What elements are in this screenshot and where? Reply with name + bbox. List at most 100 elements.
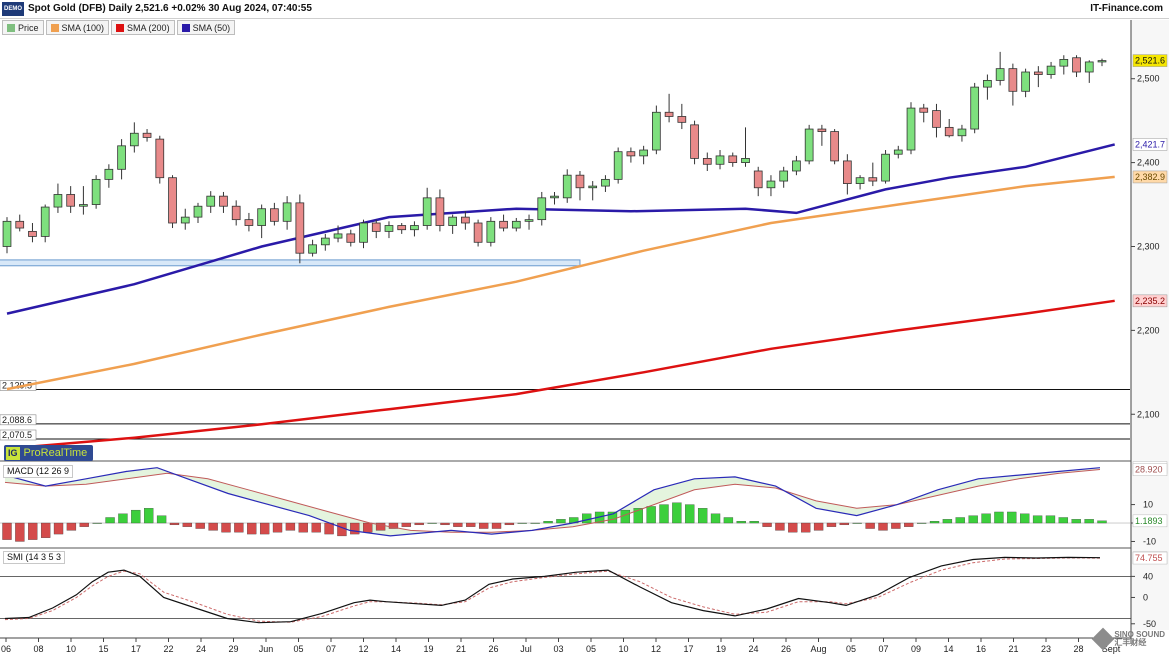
macd-histogram-bar — [646, 506, 656, 524]
candle-body — [486, 220, 496, 243]
date-tick-label: 21 — [1008, 644, 1018, 654]
macd-histogram-bar — [221, 522, 231, 533]
legend-item-sma200[interactable]: SMA (200) — [111, 20, 175, 35]
legend-label: SMA (100) — [61, 22, 105, 33]
macd-histogram-bar — [491, 522, 502, 529]
macd-histogram-bar — [195, 522, 205, 529]
date-tick-label: 22 — [163, 644, 173, 654]
candle-body — [1072, 57, 1081, 73]
candle-body — [346, 233, 356, 243]
macd-histogram-bar — [401, 522, 412, 527]
candle-body — [613, 151, 623, 180]
date-tick-label: 16 — [976, 644, 986, 654]
date-tick-label: 15 — [98, 644, 108, 654]
candle-body — [1021, 71, 1030, 92]
macd-histogram-bar — [994, 511, 1004, 524]
smi-tick-label: 0 — [1143, 592, 1148, 602]
candle-body — [868, 177, 878, 182]
macd-histogram-bar — [182, 522, 193, 527]
candle-body — [588, 185, 598, 189]
macd-histogram-bar — [955, 517, 965, 524]
date-tick-label: 24 — [196, 644, 206, 654]
macd-histogram-bar — [324, 522, 334, 535]
macd-histogram-bar — [736, 521, 746, 524]
price-tick-label: 2,500 — [1137, 74, 1160, 84]
candle-body — [448, 216, 457, 226]
smi-tick-label: -50 — [1143, 619, 1156, 629]
macd-histogram-bar — [981, 513, 991, 524]
candle-body — [435, 197, 445, 226]
candle-body — [524, 219, 534, 222]
chart-title: Spot Gold (DFB) Daily 2,521.6 +0.02% 30 … — [28, 3, 312, 14]
smi-panel-label[interactable]: SMI (14 3 5 3 — [3, 551, 66, 564]
date-tick-label: 14 — [391, 644, 401, 654]
macd-histogram-bar — [929, 521, 940, 524]
candle-body — [537, 197, 547, 221]
macd-histogram-bar — [775, 522, 785, 531]
macd-histogram-bar — [685, 504, 695, 524]
candle-body — [652, 111, 661, 151]
macd-histogram-bar — [144, 508, 154, 524]
horizontal-level-label: 2,070.5 — [2, 430, 32, 440]
legend-label: Price — [18, 22, 39, 33]
candle-body — [117, 145, 126, 170]
macd-histogram-bar — [337, 522, 347, 537]
macd-value-label: 28.920 — [1135, 465, 1163, 475]
candle-body — [371, 222, 381, 232]
legend-swatch — [116, 23, 125, 32]
candle-body — [282, 202, 292, 222]
candle-body — [1033, 71, 1043, 75]
macd-histogram-bar — [749, 521, 759, 524]
macd-histogram-bar — [1097, 520, 1107, 524]
macd-histogram-bar — [40, 522, 51, 538]
candle-body — [753, 170, 763, 189]
prorealtime-badge: IG ProRealTime — [4, 445, 94, 461]
smi-tick-label: 40 — [1143, 571, 1153, 581]
candle-body — [843, 160, 852, 184]
candle-body — [957, 128, 967, 137]
candle-body — [626, 151, 636, 157]
macd-histogram-bar — [517, 522, 527, 524]
date-tick-label: 05 — [293, 644, 303, 654]
candle-body — [601, 178, 610, 187]
price-value-label: 2,235.2 — [1135, 296, 1165, 306]
macd-histogram-bar — [852, 522, 862, 524]
candle-body — [817, 128, 827, 132]
macd-histogram-bar — [723, 517, 734, 524]
macd-histogram-bar — [839, 522, 850, 526]
watermark: SINO SOUND 汇丰财经 — [1092, 627, 1165, 651]
date-tick-label: 06 — [1, 644, 11, 654]
watermark-icon — [1092, 627, 1115, 651]
candle-body — [1059, 59, 1069, 67]
macd-histogram-bar — [1084, 519, 1094, 524]
macd-histogram-bar — [697, 508, 708, 524]
legend-item-sma100[interactable]: SMA (100) — [45, 20, 110, 35]
candle-body — [906, 107, 916, 151]
macd-histogram-bar — [878, 522, 888, 531]
chart-root: 2,500 2,400 2,300 2,200 2,100 2,129.5 2,088.6 2… — [0, 0, 1169, 655]
macd-histogram-bar — [968, 515, 978, 524]
macd-panel-label[interactable]: MACD (12 26 9 — [3, 465, 74, 478]
price-tick-label: 2,300 — [1137, 241, 1160, 251]
candle-body — [881, 153, 890, 182]
macd-histogram-bar — [169, 522, 180, 526]
legend-item-sma50[interactable]: SMA (50) — [176, 20, 236, 35]
date-tick-label: 26 — [781, 644, 791, 654]
macd-tick-label: -10 — [1143, 536, 1156, 546]
candle-body — [779, 170, 789, 182]
prorealtime-text: ProRealTime — [23, 447, 88, 459]
candle-body — [333, 233, 343, 239]
macd-value-label: 1.1893 — [1135, 516, 1163, 526]
macd-histogram-bar — [272, 522, 283, 533]
legend-item-price[interactable]: Price — [2, 20, 44, 35]
legend-swatch — [50, 23, 59, 32]
macd-histogram-bar — [2, 522, 12, 540]
macd-histogram-bar — [1020, 513, 1030, 524]
date-tick-label: 23 — [1041, 644, 1051, 654]
candle-body — [715, 155, 725, 165]
logo: DEMO — [2, 2, 24, 16]
macd-histogram-bar — [1058, 517, 1069, 524]
macd-histogram-bar — [363, 522, 373, 533]
candle-body — [15, 220, 25, 229]
macd-histogram-bar — [672, 502, 682, 524]
